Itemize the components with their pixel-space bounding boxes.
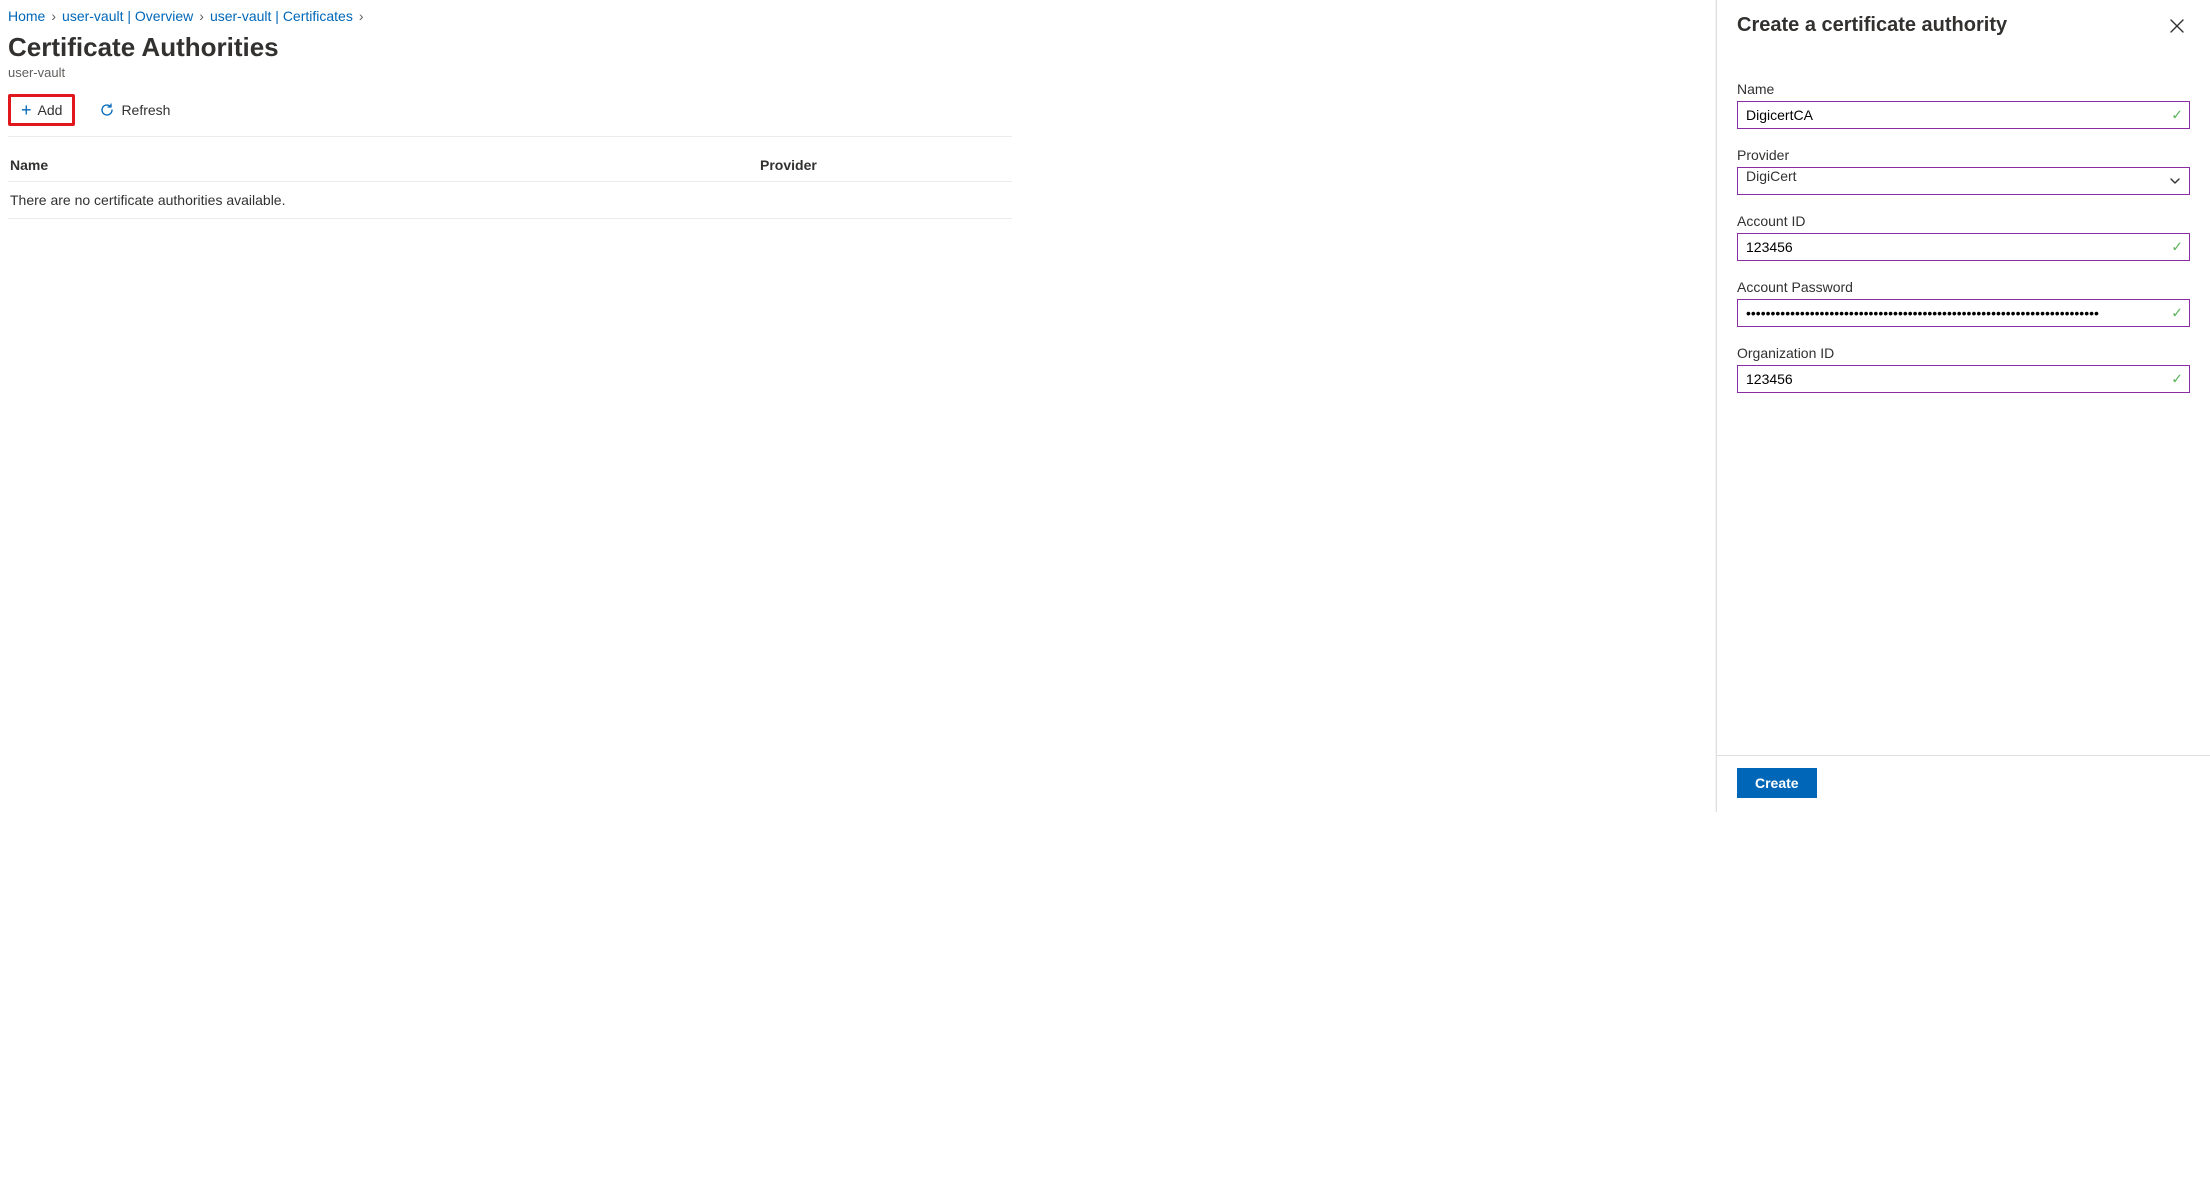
create-ca-blade: Create a certificate authority Name ✓ Pr… (1716, 0, 2210, 812)
chevron-right-icon: › (359, 8, 364, 24)
column-header-name[interactable]: Name (10, 157, 760, 173)
field-organization-id: Organization ID ✓ (1737, 345, 2190, 393)
chevron-right-icon: › (51, 8, 56, 24)
table-header-row: Name Provider (8, 149, 1012, 182)
account-password-input[interactable] (1738, 300, 2189, 326)
close-button[interactable] (2164, 18, 2190, 34)
breadcrumb-link-overview[interactable]: user-vault | Overview (62, 8, 193, 24)
add-button-label: Add (38, 102, 63, 118)
field-name: Name ✓ (1737, 81, 2190, 129)
toolbar: + Add Refresh (8, 94, 1012, 137)
provider-select-value: DigiCert (1738, 168, 2189, 194)
breadcrumb-link-certificates[interactable]: user-vault | Certificates (210, 8, 353, 24)
refresh-icon (99, 102, 115, 118)
organization-id-input-wrap: ✓ (1737, 365, 2190, 393)
table-empty-row: There are no certificate authorities ava… (8, 182, 1012, 219)
page-title: Certificate Authorities (8, 32, 1012, 63)
account-password-input-wrap: ✓ (1737, 299, 2190, 327)
account-id-input[interactable] (1738, 234, 2189, 260)
add-button[interactable]: + Add (8, 94, 75, 126)
chevron-right-icon: › (199, 8, 204, 24)
create-button[interactable]: Create (1737, 768, 1817, 798)
field-provider: Provider DigiCert (1737, 147, 2190, 195)
page-subtitle: user-vault (8, 65, 1012, 80)
column-header-provider[interactable]: Provider (760, 157, 1010, 173)
main-pane: Home › user-vault | Overview › user-vaul… (0, 0, 1012, 812)
refresh-button[interactable]: Refresh (89, 94, 180, 126)
field-label: Account Password (1737, 279, 2190, 295)
breadcrumb: Home › user-vault | Overview › user-vaul… (8, 0, 1012, 28)
blade-header: Create a certificate authority (1717, 0, 2210, 45)
field-account-password: Account Password ✓ (1737, 279, 2190, 327)
field-label: Organization ID (1737, 345, 2190, 361)
ca-table: Name Provider There are no certificate a… (8, 149, 1012, 219)
field-account-id: Account ID ✓ (1737, 213, 2190, 261)
account-id-input-wrap: ✓ (1737, 233, 2190, 261)
refresh-button-label: Refresh (121, 102, 170, 118)
blade-body: Name ✓ Provider DigiCert Account ID ✓ (1717, 45, 2210, 755)
provider-select[interactable]: DigiCert (1737, 167, 2190, 195)
close-icon (2170, 19, 2184, 33)
organization-id-input[interactable] (1738, 366, 2189, 392)
field-label: Name (1737, 81, 2190, 97)
blade-footer: Create (1717, 755, 2210, 812)
field-label: Account ID (1737, 213, 2190, 229)
name-input[interactable] (1738, 102, 2189, 128)
plus-icon: + (21, 101, 32, 119)
breadcrumb-link-home[interactable]: Home (8, 8, 45, 24)
field-label: Provider (1737, 147, 2190, 163)
name-input-wrap: ✓ (1737, 101, 2190, 129)
blade-title: Create a certificate authority (1737, 14, 2007, 37)
